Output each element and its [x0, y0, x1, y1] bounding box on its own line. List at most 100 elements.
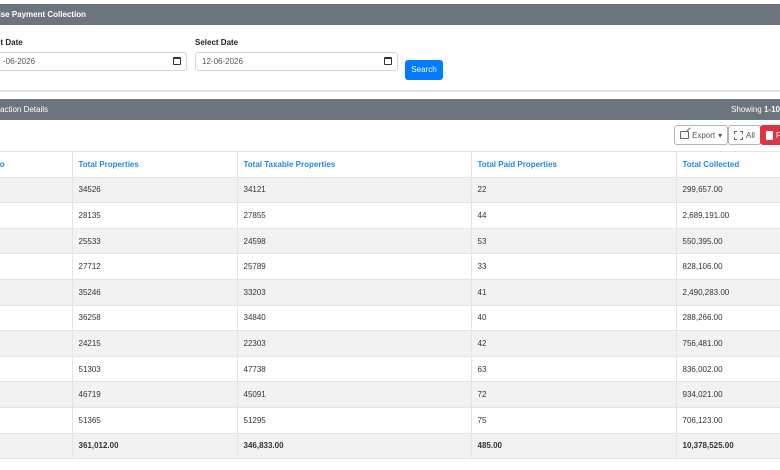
- table-cell: [0, 202, 73, 229]
- expand-icon: [734, 130, 743, 140]
- table-row: 51303 47738 63 836,002.00: [0, 356, 780, 383]
- table-cell: [0, 305, 73, 332]
- table-cell: 550,395.00: [676, 228, 780, 255]
- table-cell: 934,021.00: [676, 381, 780, 408]
- from-date-input[interactable]: -06-2026: [0, 52, 187, 71]
- calendar-icon[interactable]: [384, 57, 392, 65]
- table-cell: 2,490,283.00: [676, 279, 780, 306]
- collection-panel-header: Wise Payment Collection: [0, 4, 780, 25]
- export-icon: [680, 131, 689, 139]
- export-button[interactable]: Export ▾: [674, 125, 729, 145]
- table-row: 28135 27855 44 2,689,191.00: [0, 202, 780, 229]
- total-cell: 10,378,525.00: [676, 433, 780, 460]
- table-row: 25533 24598 53 550,395.00: [0, 228, 780, 255]
- showing-range: 1-10: [763, 105, 780, 114]
- to-date-label: Select Date: [195, 38, 239, 47]
- table-cell: 63: [471, 356, 677, 383]
- table-cell: 28135: [72, 202, 238, 229]
- table-row: 36258 34840 40 288,266.00: [0, 305, 780, 332]
- details-title: saction Details: [0, 105, 49, 114]
- table-cell: 42: [471, 330, 677, 357]
- caret-down-icon: ▾: [718, 130, 723, 140]
- table-cell: 22: [471, 177, 677, 204]
- col-header-total-collected[interactable]: Total Collected: [676, 151, 780, 178]
- table-cell: 36258: [72, 305, 238, 332]
- to-date-value: 12-06-2026: [202, 57, 243, 66]
- table-row: 46719 45091 72 934,021.00: [0, 381, 780, 408]
- table-cell: 34526: [72, 177, 238, 204]
- pdf-label: P: [776, 130, 780, 140]
- total-cell: [0, 433, 73, 460]
- table-row: 35246 33203 41 2,490,283.00: [0, 279, 780, 306]
- table-row: 34526 34121 22 299,657.00: [0, 177, 780, 204]
- total-cell: 346,833.00: [237, 433, 472, 460]
- table-cell: 25533: [72, 228, 238, 255]
- totals-row: 361,012.00 346,833.00 485.00 10,378,525.…: [0, 433, 780, 460]
- table-cell: 33: [471, 253, 677, 280]
- table-cell: 45091: [237, 381, 472, 408]
- table-cell: 33203: [237, 279, 472, 306]
- table-cell: 836,002.00: [676, 356, 780, 383]
- table-cell: [0, 177, 73, 204]
- col-header-total-properties[interactable]: Total Properties: [72, 151, 238, 178]
- transactions-table: No Total Properties Total Taxable Proper…: [0, 151, 780, 460]
- details-panel-header: saction Details Showing 1-10: [0, 99, 780, 120]
- table-cell: [0, 407, 73, 434]
- table-cell: 72: [471, 381, 677, 408]
- filter-form: ct Date -06-2026 Select Date 12-06-2026 …: [0, 25, 780, 92]
- table-cell: [0, 381, 73, 408]
- table-cell: 706,123.00: [676, 407, 780, 434]
- calendar-icon[interactable]: [173, 57, 181, 65]
- table-cell: 46719: [72, 381, 238, 408]
- table-cell: 27855: [237, 202, 472, 229]
- from-date-value: -06-2026: [3, 57, 36, 66]
- table-cell: 828,106.00: [676, 253, 780, 280]
- table-cell: 35246: [72, 279, 238, 306]
- table-cell: 25789: [237, 253, 472, 280]
- table-cell: 51295: [237, 407, 472, 434]
- show-all-button[interactable]: All: [728, 125, 761, 145]
- table-cell: 34121: [237, 177, 472, 204]
- export-label: Export: [692, 130, 716, 140]
- table-cell: 24215: [72, 330, 238, 357]
- showing-prefix: Showing: [731, 105, 762, 114]
- table-cell: 51365: [72, 407, 238, 434]
- showing-count: Showing 1-10: [731, 105, 780, 114]
- from-date-label: ct Date: [0, 38, 23, 47]
- table-cell: [0, 253, 73, 280]
- table-cell: 53: [471, 228, 677, 255]
- table-cell: 756,481.00: [676, 330, 780, 357]
- table-cell: 51303: [72, 356, 238, 383]
- table-cell: 44: [471, 202, 677, 229]
- table-cell: 27712: [72, 253, 238, 280]
- table-toolbar: Export ▾ All P: [0, 125, 780, 145]
- to-date-input[interactable]: 12-06-2026: [195, 52, 398, 71]
- table-header-row: No Total Properties Total Taxable Proper…: [0, 151, 780, 178]
- table-cell: 75: [471, 407, 677, 434]
- table-cell: 288,266.00: [676, 305, 780, 332]
- table-cell: 299,657.00: [676, 177, 780, 204]
- table-cell: [0, 228, 73, 255]
- table-row: 24215 22303 42 756,481.00: [0, 330, 780, 357]
- col-header-no[interactable]: No: [0, 151, 73, 178]
- search-button[interactable]: Search: [405, 60, 443, 80]
- table-row: 51365 51295 75 706,123.00: [0, 407, 780, 434]
- table-cell: 47738: [237, 356, 472, 383]
- col-header-taxable-properties[interactable]: Total Taxable Properties: [237, 151, 472, 178]
- table-cell: [0, 356, 73, 383]
- pdf-button[interactable]: P: [760, 125, 780, 145]
- panel-title: Wise Payment Collection: [0, 10, 87, 19]
- table-cell: 24598: [237, 228, 472, 255]
- table-row: 27712 25789 33 828,106.00: [0, 253, 780, 280]
- total-cell: 361,012.00: [72, 433, 238, 460]
- table-cell: 34840: [237, 305, 472, 332]
- table-cell: 2,689,191.00: [676, 202, 780, 229]
- table-cell: 22303: [237, 330, 472, 357]
- show-all-label: All: [746, 130, 755, 140]
- total-cell: 485.00: [471, 433, 677, 460]
- table-cell: 41: [471, 279, 677, 306]
- pdf-icon: [766, 130, 773, 140]
- table-cell: 40: [471, 305, 677, 332]
- col-header-paid-properties[interactable]: Total Paid Properties: [471, 151, 677, 178]
- table-cell: [0, 279, 73, 306]
